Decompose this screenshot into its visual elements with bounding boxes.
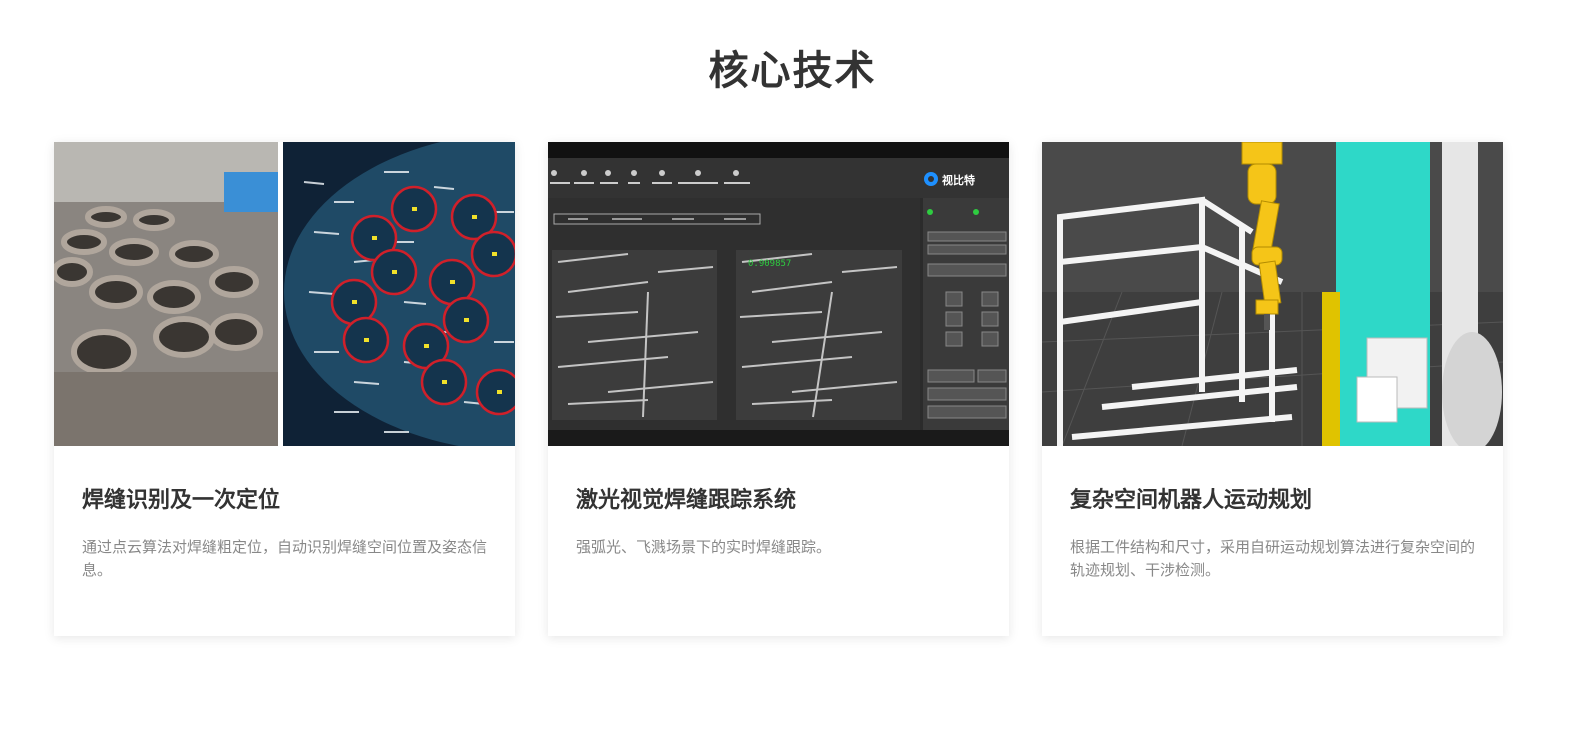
tracking-value-readout: 0.909857 <box>748 259 791 269</box>
weld-pointcloud-image <box>54 142 515 446</box>
card-description: 根据工件结构和尺寸，采用自研运动规划算法进行复杂空间的轨迹规划、干涉检测。 <box>1070 538 1476 579</box>
card-description: 通过点云算法对焊缝粗定位，自动识别焊缝空间位置及姿态信息。 <box>82 538 488 579</box>
card-title: 复杂空间机器人运动规划 <box>1070 488 1313 513</box>
brand-logo-text: 视比特 <box>942 173 975 187</box>
card-title: 焊缝识别及一次定位 <box>82 488 281 513</box>
tech-card-weld-identification[interactable]: 焊缝识别及一次定位 通过点云算法对焊缝粗定位，自动识别焊缝空间位置及姿态信息。 <box>54 142 515 636</box>
tech-card-motion-planning[interactable]: 复杂空间机器人运动规划 根据工件结构和尺寸，采用自研运动规划算法进行复杂空间的轨… <box>1042 142 1503 636</box>
card-description: 强弧光、飞溅场景下的实时焊缝跟踪。 <box>576 538 832 556</box>
laser-tracking-software-screenshot: 视比特 0.909857 <box>548 142 1009 446</box>
robot-motion-planning-image <box>1042 142 1503 446</box>
tech-card-laser-tracking[interactable]: 视比特 0.909857 激光视觉焊缝跟踪系统 强弧光、飞溅场景下的实时焊缝跟踪… <box>548 142 1009 636</box>
section-title: 核心技术 <box>708 48 877 94</box>
card-title: 激光视觉焊缝跟踪系统 <box>576 488 797 513</box>
